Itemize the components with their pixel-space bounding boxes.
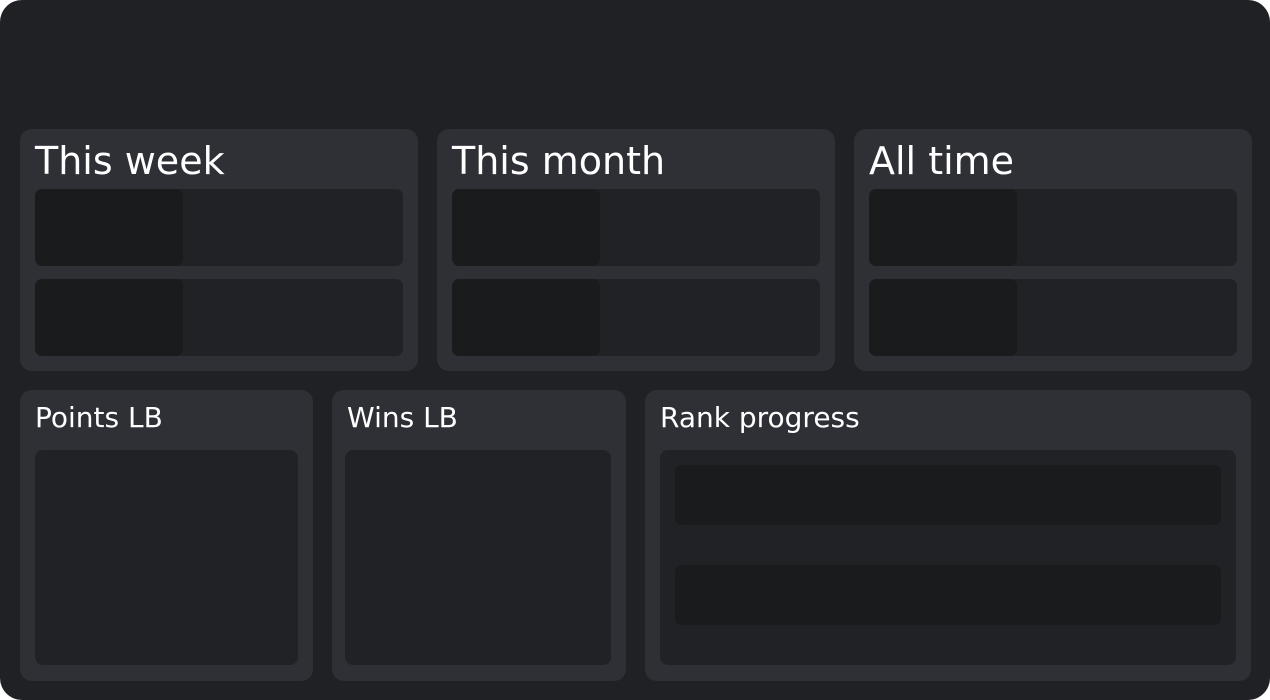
stat-icon-placeholder	[35, 279, 183, 356]
stat-row	[869, 189, 1237, 266]
rank-progress-panel: Rank progress	[645, 390, 1251, 681]
stat-icon-placeholder	[869, 189, 1017, 266]
rank-progress-body	[660, 450, 1236, 665]
period-title: All time	[869, 139, 1015, 183]
stat-row	[35, 189, 403, 266]
wins-leaderboard-panel: Wins LB	[332, 390, 626, 681]
points-leaderboard-panel: Points LB	[20, 390, 313, 681]
period-card-all-time: All time	[854, 129, 1252, 371]
rank-progress-bar	[675, 565, 1221, 625]
points-leaderboard-list[interactable]	[35, 450, 298, 665]
stat-row	[452, 189, 820, 266]
rank-progress-bar	[675, 465, 1221, 525]
points-leaderboard-title: Points LB	[35, 401, 163, 434]
stat-icon-placeholder	[35, 189, 183, 266]
stat-icon-placeholder	[452, 189, 600, 266]
wins-leaderboard-list[interactable]	[345, 450, 611, 665]
period-card-week: This week	[20, 129, 418, 371]
rank-progress-title: Rank progress	[660, 401, 860, 434]
stat-row	[452, 279, 820, 356]
stat-row	[869, 279, 1237, 356]
dashboard-window: This week This month All time Points LB …	[0, 0, 1270, 700]
stat-icon-placeholder	[452, 279, 600, 356]
wins-leaderboard-title: Wins LB	[347, 401, 458, 434]
period-title: This week	[35, 139, 225, 183]
stat-row	[35, 279, 403, 356]
period-title: This month	[452, 139, 666, 183]
period-card-month: This month	[437, 129, 835, 371]
stat-icon-placeholder	[869, 279, 1017, 356]
